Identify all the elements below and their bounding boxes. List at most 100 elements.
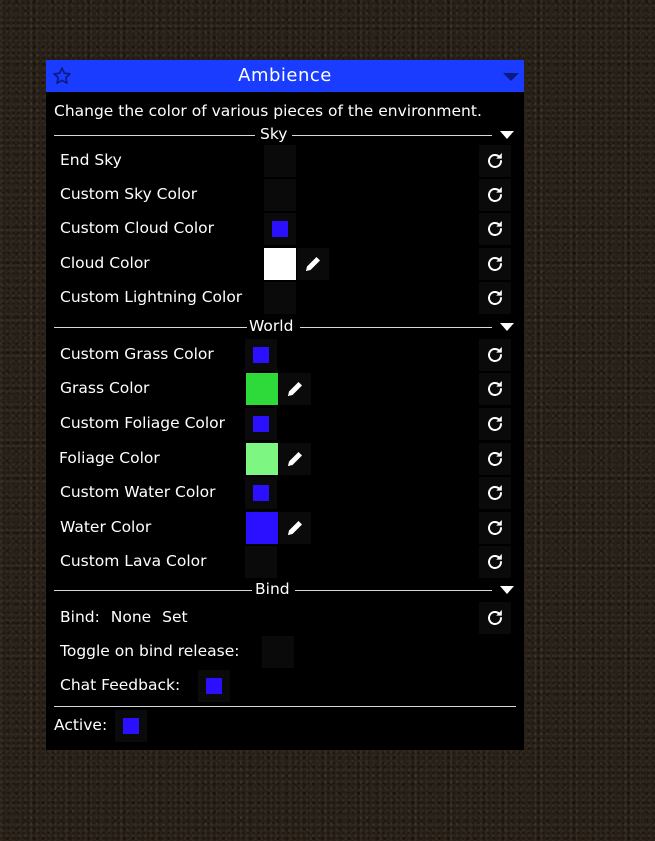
custom-sky-color-checkbox[interactable] — [264, 179, 296, 211]
edit-foliage-color-button[interactable] — [279, 443, 311, 475]
reset-button[interactable] — [479, 248, 511, 280]
collapse-triangle-icon[interactable] — [500, 586, 514, 594]
reset-icon — [488, 485, 502, 500]
setting-label: Chat Feedback: — [60, 676, 181, 694]
setting-row-custom-sky-color: Custom Sky Color — [46, 179, 524, 211]
cloud-color-swatch[interactable] — [264, 248, 296, 280]
grass-color-swatch[interactable] — [246, 373, 278, 405]
setting-row-bind: Bind: None Set — [46, 602, 524, 634]
reset-icon — [488, 381, 502, 396]
foliage-color-swatch[interactable] — [246, 443, 278, 475]
setting-label: Custom Lava Color — [60, 552, 207, 570]
setting-row-custom-cloud-color: Custom Cloud Color — [46, 213, 524, 245]
checkbox-fill — [123, 718, 139, 734]
reset-icon — [488, 451, 502, 466]
reset-icon — [488, 554, 502, 569]
setting-row-water-color: Water Color — [46, 512, 524, 544]
toggle-on-release-checkbox[interactable] — [262, 636, 294, 668]
setting-row-active: Active: — [46, 710, 524, 742]
setting-row-chat-feedback: Chat Feedback: — [46, 670, 524, 702]
setting-label: Toggle on bind release: — [60, 642, 240, 660]
setting-label: Custom Sky Color — [60, 185, 198, 203]
reset-button[interactable] — [479, 373, 511, 405]
setting-row-custom-lava-color: Custom Lava Color — [46, 546, 524, 578]
pencil-icon — [306, 257, 320, 271]
custom-lightning-color-checkbox[interactable] — [264, 282, 296, 314]
water-color-swatch[interactable] — [246, 512, 278, 544]
reset-button[interactable] — [479, 282, 511, 314]
setting-row-cloud-color: Cloud Color — [46, 248, 524, 280]
end-sky-checkbox[interactable] — [264, 145, 296, 177]
checkbox-fill — [253, 416, 269, 432]
reset-button[interactable] — [479, 546, 511, 578]
reset-button[interactable] — [479, 602, 511, 634]
setting-label: Custom Foliage Color — [60, 414, 226, 432]
bind-label: Bind: — [60, 608, 100, 626]
setting-row-foliage-color: Foliage Color — [46, 443, 524, 475]
section-bind-label: Bind — [255, 580, 290, 598]
bind-value: None — [110, 608, 152, 626]
edit-cloud-color-button[interactable] — [297, 248, 329, 280]
checkbox-fill — [253, 485, 269, 501]
reset-button[interactable] — [479, 443, 511, 475]
section-bind-header[interactable]: Bind — [54, 580, 516, 598]
setting-row-custom-foliage-color: Custom Foliage Color — [46, 408, 524, 440]
section-world-label: World — [249, 317, 294, 335]
edit-water-color-button[interactable] — [279, 512, 311, 544]
panel-title: Ambience — [238, 65, 332, 86]
checkbox-fill — [272, 221, 288, 237]
setting-label: Cloud Color — [60, 254, 150, 272]
reset-icon — [488, 153, 502, 168]
custom-grass-color-checkbox[interactable] — [245, 339, 277, 371]
checkbox-fill — [253, 347, 269, 363]
section-divider — [54, 135, 255, 136]
chat-feedback-checkbox[interactable] — [198, 670, 230, 702]
active-checkbox[interactable] — [115, 710, 147, 742]
bind-set-button[interactable]: Set — [162, 608, 187, 626]
reset-button[interactable] — [479, 512, 511, 544]
reset-button[interactable] — [479, 408, 511, 440]
reset-button[interactable] — [479, 213, 511, 245]
checkbox-fill — [206, 678, 222, 694]
pencil-icon — [288, 521, 302, 535]
reset-button[interactable] — [479, 477, 511, 509]
section-divider — [300, 327, 492, 328]
section-divider — [292, 135, 492, 136]
section-sky-header[interactable]: Sky — [54, 125, 516, 143]
setting-row-grass-color: Grass Color — [46, 373, 524, 405]
reset-icon — [488, 347, 502, 362]
setting-row-custom-grass-color: Custom Grass Color — [46, 339, 524, 371]
reset-icon — [488, 520, 502, 535]
custom-foliage-color-checkbox[interactable] — [245, 408, 277, 440]
reset-button[interactable] — [479, 339, 511, 371]
bind-line: Bind: None Set — [60, 608, 194, 626]
panel-header[interactable]: Ambience — [46, 60, 524, 92]
reset-button[interactable] — [479, 179, 511, 211]
active-divider — [54, 706, 516, 707]
custom-water-color-checkbox[interactable] — [245, 477, 277, 509]
setting-row-custom-lightning-color: Custom Lightning Color — [46, 282, 524, 314]
caret-down-icon[interactable] — [503, 72, 519, 82]
reset-icon — [488, 610, 502, 625]
collapse-triangle-icon[interactable] — [500, 323, 514, 331]
setting-row-toggle-on-release: Toggle on bind release: — [46, 636, 524, 668]
custom-lava-color-checkbox[interactable] — [245, 546, 277, 578]
setting-label: Foliage Color — [59, 449, 160, 467]
pencil-icon — [288, 382, 302, 396]
panel-description: Change the color of various pieces of th… — [54, 102, 482, 120]
custom-cloud-color-checkbox[interactable] — [264, 213, 296, 245]
reset-button[interactable] — [479, 145, 511, 177]
section-divider — [295, 590, 492, 591]
setting-label: Custom Lightning Color — [60, 288, 243, 306]
section-world-header[interactable]: World — [54, 317, 516, 335]
reset-icon — [488, 416, 502, 431]
reset-icon — [488, 290, 502, 305]
section-divider — [54, 327, 247, 328]
reset-icon — [488, 221, 502, 236]
reset-icon — [488, 256, 502, 271]
setting-label: Custom Grass Color — [60, 345, 214, 363]
collapse-triangle-icon[interactable] — [500, 131, 514, 139]
edit-grass-color-button[interactable] — [279, 373, 311, 405]
ambience-panel: Ambience Change the color of various pie… — [46, 60, 524, 750]
setting-row-end-sky: End Sky — [46, 145, 524, 177]
